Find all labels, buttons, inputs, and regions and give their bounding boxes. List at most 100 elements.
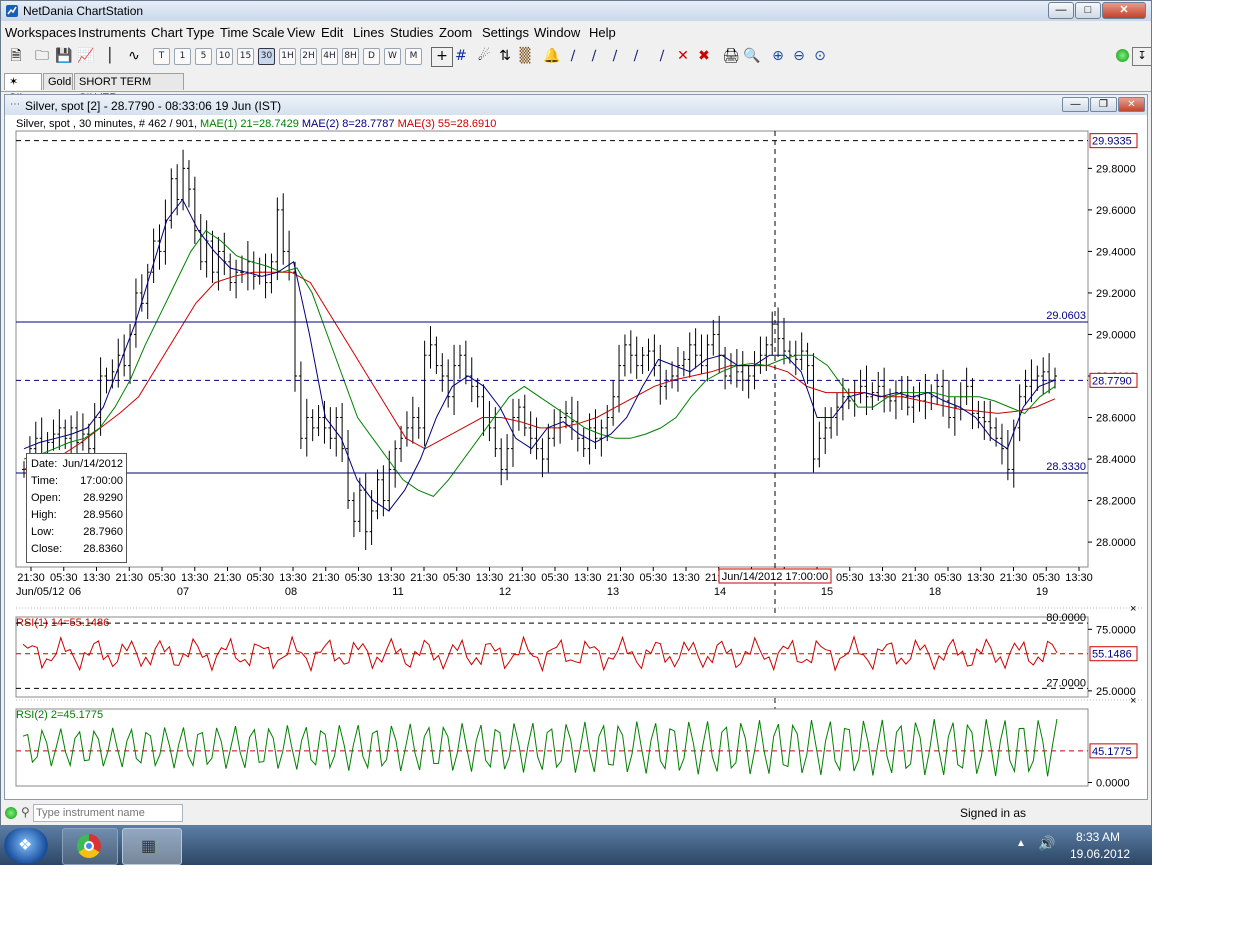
chart-canvas[interactable]: Silver, spot , 30 minutes, # 462 / 901, … — [5, 95, 1147, 799]
y-tick-label: 29.0000 — [1096, 329, 1136, 341]
bar-chart-type-icon[interactable]: │ — [101, 47, 119, 65]
menu-lines[interactable]: Lines — [353, 25, 384, 40]
open-workspace-icon[interactable]: 🗀 — [33, 47, 51, 65]
delete-all-lines-icon[interactable]: ✖ — [695, 47, 713, 65]
draw-channel-icon[interactable]: ∕ — [627, 47, 645, 65]
menu-bar: Workspaces Instruments Chart Type Time Scal… — [1, 22, 1151, 43]
info-row-date: Date: Jun/14/2012 — [31, 458, 123, 470]
timescale-button-10[interactable]: 10 — [216, 48, 233, 65]
menu-chart-type[interactable]: Chart Type — [151, 25, 214, 40]
studies-icon[interactable]: ☄ — [475, 47, 493, 65]
x-date-label: 13 — [607, 586, 619, 598]
y-tick-label: 28.0000 — [1096, 537, 1136, 549]
x-date-label: 14 — [714, 586, 726, 598]
x-tick-label: 21:30 — [901, 572, 929, 584]
instrument-search-input[interactable] — [33, 804, 183, 822]
volume-icon[interactable]: 🔊 — [1038, 835, 1055, 852]
timescale-button-5[interactable]: 5 — [195, 48, 212, 65]
new-workspace-icon[interactable]: 🗎 — [7, 47, 25, 65]
menu-workspaces[interactable]: Workspaces — [5, 25, 76, 40]
grid-icon[interactable]: # — [452, 47, 470, 65]
start-button[interactable]: ❖ — [4, 828, 48, 863]
tab-sil[interactable]: ✶ SIL — [4, 73, 42, 104]
menu-instruments[interactable]: Instruments — [78, 25, 146, 40]
menu-view[interactable]: View — [287, 25, 315, 40]
pin-icon[interactable]: ↧ — [1132, 47, 1152, 66]
timescale-button-30[interactable]: 30 — [258, 48, 275, 65]
app-window: NetDania ChartStation — □ ✕ Workspaces In… — [0, 0, 1152, 826]
volume-icon[interactable]: ▒ — [516, 47, 534, 65]
pin-tab-icon: ✶ — [9, 76, 19, 88]
x-tick-label: 13:30 — [869, 572, 897, 584]
x-tick-label: 13:30 — [574, 572, 602, 584]
timescale-button-m[interactable]: M — [405, 48, 422, 65]
tab-short-term-silver[interactable]: SHORT TERM SILVER — [74, 73, 184, 104]
info-row-open: Open: 28.9290 — [31, 492, 123, 504]
draw-fib-icon[interactable]: ∕ — [606, 47, 624, 65]
menu-time-scale[interactable]: Time Scale — [220, 25, 285, 40]
draw-line-select-icon[interactable]: ∕ — [653, 47, 671, 65]
x-tick-label: 13:30 — [83, 572, 111, 584]
trend-icon[interactable]: ⇅ — [496, 47, 514, 65]
tray-arrow-icon[interactable]: ▲ — [1016, 838, 1026, 849]
timescale-button-1h[interactable]: 1H — [279, 48, 296, 65]
x-tick-label: 13:30 — [672, 572, 700, 584]
rsi-current-label: 55.1486 — [1092, 649, 1132, 661]
x-tick-label: 05:30 — [1032, 572, 1060, 584]
toolbar: 🗎 🗀 💾 📈 │ ∿ T 1 5 10 15 30 1H 2H 4H 8H D W M + # ☄ ⇅… — [1, 44, 1152, 70]
rsi-plot-area — [15, 616, 1089, 698]
taskbar-chartstation-button[interactable]: ▦ — [122, 828, 182, 865]
draw-line-2-icon[interactable]: ∕ — [585, 47, 603, 65]
new-chart-icon[interactable]: 📈 — [77, 47, 95, 65]
header-ma3: MAE(3) 55=28.6910 — [395, 118, 497, 130]
timescale-button-2h[interactable]: 2H — [300, 48, 317, 65]
save-workspace-icon[interactable]: 💾 — [55, 47, 73, 65]
x-tick-label: 05:30 — [345, 572, 373, 584]
x-tick-label: 05:30 — [836, 572, 864, 584]
clock-time[interactable]: 8:33 AM — [1076, 830, 1120, 844]
minimize-button[interactable]: — — [1048, 2, 1074, 19]
zoom-reset-icon[interactable]: ⊙ — [811, 47, 829, 65]
level-label: 29.0603 — [1046, 310, 1086, 322]
alert-bell-icon[interactable]: 🔔 — [543, 47, 561, 65]
header-instrument: Silver, spot , 30 minutes, # 462 / 901, — [16, 118, 197, 130]
delete-line-icon[interactable]: ✕ — [674, 47, 692, 65]
print-icon[interactable]: 🖨 — [722, 47, 740, 65]
x-tick-label: 05:30 — [934, 572, 962, 584]
x-tick-label: 05:30 — [148, 572, 176, 584]
crosshair-icon[interactable]: + — [431, 47, 453, 67]
zoom-out-icon[interactable]: ⊖ — [790, 47, 808, 65]
y-tick-label: 28.2000 — [1096, 496, 1136, 508]
x-tick-label: 21:30 — [312, 572, 340, 584]
line-chart-type-icon[interactable]: ∿ — [125, 47, 143, 65]
timescale-button-t[interactable]: T — [153, 48, 170, 65]
y-tick-label: 29.8000 — [1096, 163, 1136, 175]
timescale-button-d[interactable]: D — [363, 48, 380, 65]
maximize-button[interactable]: □ — [1075, 2, 1101, 19]
menu-edit[interactable]: Edit — [321, 25, 343, 40]
x-tick-label: 13:30 — [377, 572, 405, 584]
windows-logo-icon: ❖ — [18, 837, 33, 854]
timescale-button-15[interactable]: 15 — [237, 48, 254, 65]
timescale-button-8h[interactable]: 8H — [342, 48, 359, 65]
timescale-button-4h[interactable]: 4H — [321, 48, 338, 65]
taskbar-browser-button[interactable] — [62, 828, 118, 865]
x-tick-label: 05:30 — [246, 572, 274, 584]
ohlc-infobox: Date: Jun/14/2012 Time: 17:00:00 Open: 28.9… — [26, 453, 127, 563]
clock-date[interactable]: 19.06.2012 — [1070, 847, 1130, 861]
draw-line-1-icon[interactable]: ∕ — [564, 47, 582, 65]
menu-window[interactable]: Window — [534, 25, 580, 40]
chartstation-taskbar-icon: ▦ — [141, 838, 157, 855]
timescale-button-w[interactable]: W — [384, 48, 401, 65]
tab-gold[interactable]: Gold — [43, 73, 73, 90]
chart-window: ⋯ Silver, spot [2] - 28.7790 - 08:33:06 … — [4, 94, 1148, 800]
menu-settings[interactable]: Settings — [482, 25, 529, 40]
x-date-label: 06 — [69, 586, 81, 598]
menu-zoom[interactable]: Zoom — [439, 25, 472, 40]
close-button[interactable]: ✕ — [1102, 2, 1146, 19]
timescale-button-1[interactable]: 1 — [174, 48, 191, 65]
menu-help[interactable]: Help — [589, 25, 616, 40]
zoom-in-icon[interactable]: ⊕ — [769, 47, 787, 65]
menu-studies[interactable]: Studies — [390, 25, 433, 40]
print-preview-icon[interactable]: 🔍 — [743, 47, 761, 65]
